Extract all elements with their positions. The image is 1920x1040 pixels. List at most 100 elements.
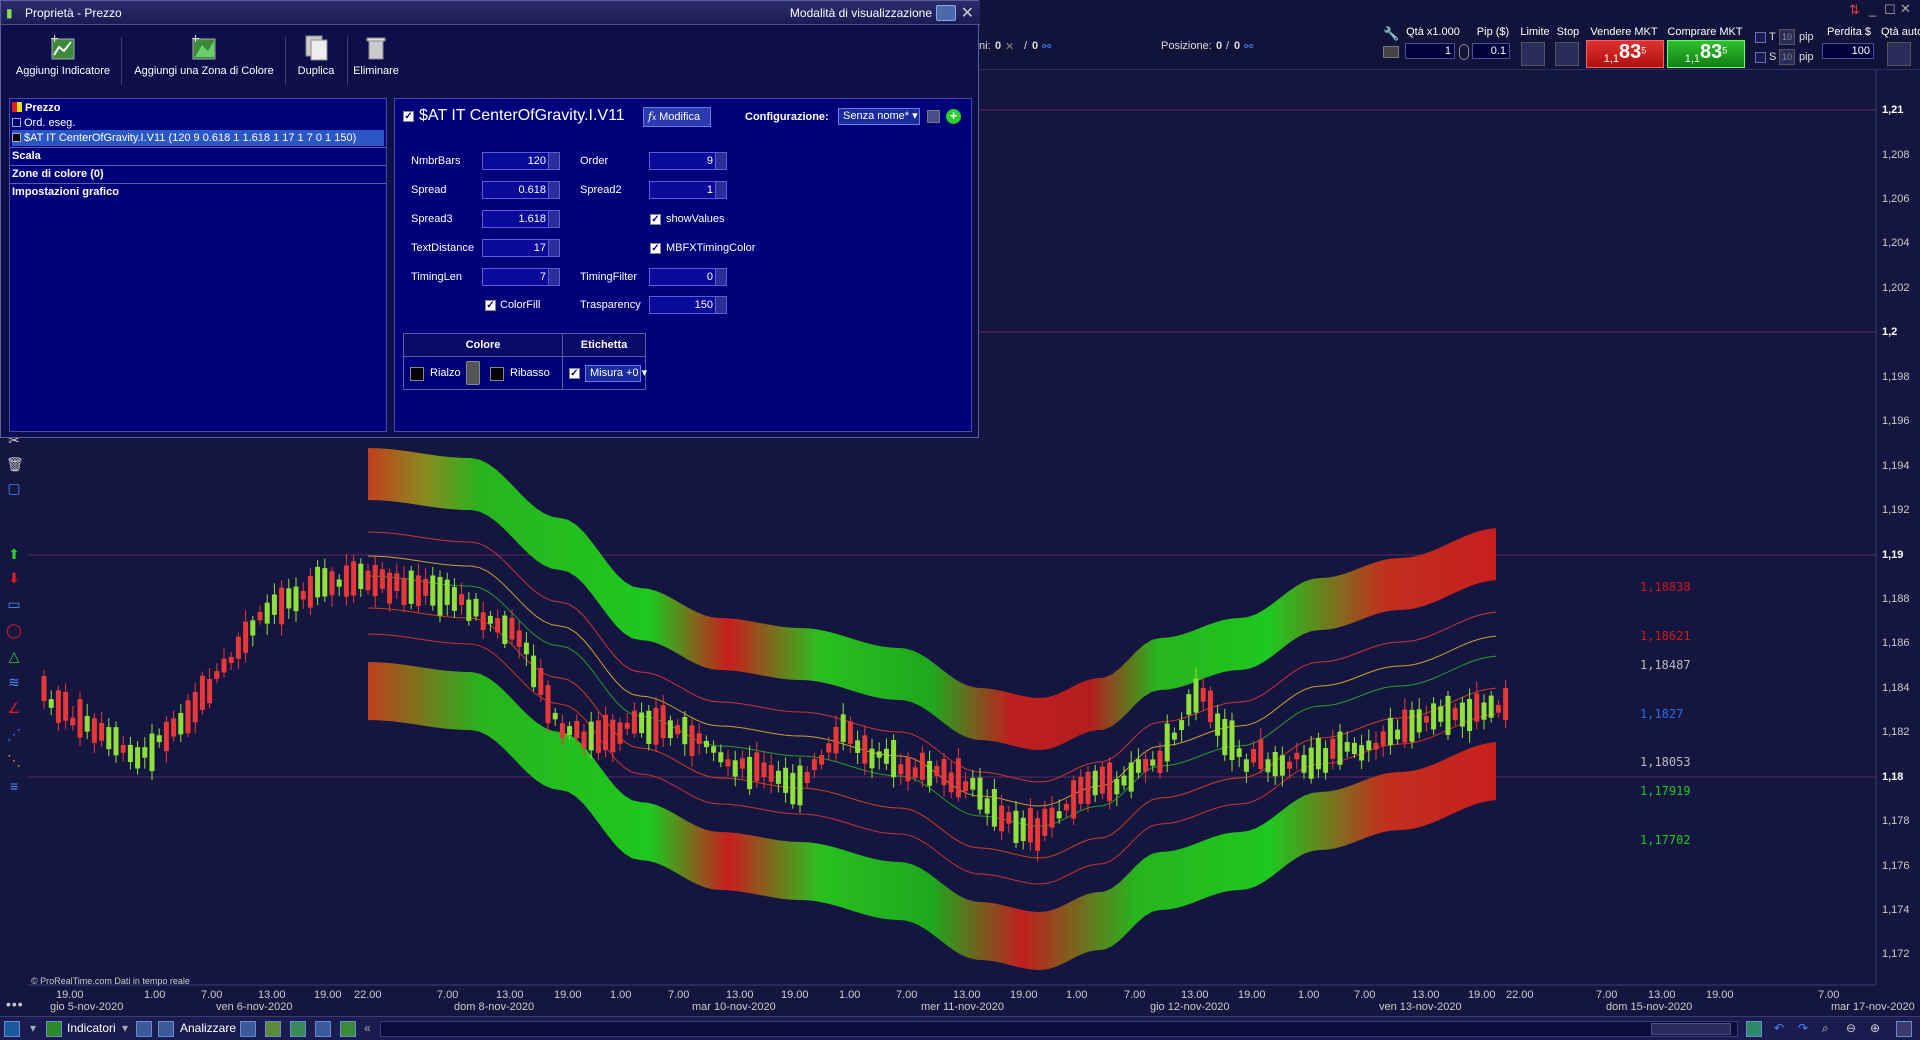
spread3-input[interactable]: 1.618 [482, 210, 560, 228]
share-icon[interactable] [136, 1021, 152, 1037]
fib-ext-icon[interactable]: ≡ [6, 778, 22, 794]
sync-icon[interactable]: ⇅ [1849, 2, 1860, 18]
t-checkbox[interactable] [1755, 32, 1766, 43]
candle-body [408, 570, 414, 604]
time-tick: 13.00 [726, 989, 754, 1001]
textdistance-input[interactable]: 17 [482, 239, 560, 257]
candle-body [1402, 709, 1408, 743]
s-checkbox[interactable] [1755, 52, 1766, 63]
close-window-icon[interactable]: ✕ [1900, 1, 1911, 17]
zoom-box-icon[interactable]: ⌕ [1822, 1021, 1829, 1036]
redo-icon[interactable]: ↷ [1798, 1021, 1808, 1035]
tree-item-price[interactable]: Prezzo [12, 100, 60, 116]
tree-item-indicator[interactable]: $AT IT CenterOfGravity.I.V11 (120 9 0.61… [12, 130, 384, 146]
indicators-icon[interactable] [46, 1021, 62, 1037]
scrollbar-thumb[interactable] [1651, 1023, 1731, 1035]
screen-icon[interactable] [240, 1021, 256, 1037]
mbfx-checkbox[interactable]: ✓ [650, 243, 661, 254]
view-mode-icon[interactable] [936, 5, 956, 21]
auto-qty-label: Qtà auto [1881, 26, 1920, 38]
colorfill-checkbox[interactable]: ✓ [485, 300, 496, 311]
fall-color-swatch[interactable] [490, 367, 504, 381]
print-icon[interactable] [315, 1021, 331, 1037]
spread-input[interactable]: 0.618 [482, 181, 560, 199]
pip-input[interactable]: 0.1 [1472, 43, 1510, 59]
zoom-in-icon[interactable]: ⊕ [1870, 1021, 1880, 1035]
chart-type-icon[interactable] [4, 1021, 20, 1037]
timingfilter-input[interactable]: 0 [649, 268, 727, 286]
export-icon[interactable] [340, 1021, 356, 1037]
analyzer-icon[interactable] [158, 1021, 174, 1037]
table-icon[interactable] [290, 1021, 306, 1037]
add-config-icon[interactable]: + [946, 109, 961, 124]
time-tick: 13.00 [1181, 989, 1209, 1001]
ellipse-icon[interactable]: ◯ [6, 622, 22, 638]
zoom-out-icon[interactable]: ⊖ [1846, 1021, 1856, 1035]
delete-button[interactable]: Eliminare [351, 33, 401, 93]
arrow-up-icon[interactable]: ⬆ [6, 546, 22, 562]
measure-dropdown[interactable]: Misura +0 ▾ [585, 365, 647, 382]
fib-time-icon[interactable]: ⋱ [6, 752, 22, 768]
limit-order-icon[interactable] [1521, 42, 1545, 66]
auto-qty-icon[interactable] [1887, 42, 1911, 66]
lock-icon[interactable] [1459, 44, 1469, 60]
add-color-zone-button[interactable]: + Aggiungi una Zona di Colore [131, 33, 277, 93]
order-input[interactable]: 9 [649, 152, 727, 170]
dropdown-arrow-icon[interactable]: ▾ [30, 1021, 36, 1035]
minimize-icon[interactable]: _ [1869, 2, 1876, 17]
rise-color-swatch[interactable] [410, 367, 424, 381]
transparency-input[interactable]: 150 [649, 296, 727, 314]
close-icon[interactable]: ✕ [961, 3, 974, 23]
wrench-icon[interactable]: 🔧 [1383, 26, 1399, 42]
fibonacci-icon[interactable]: ≋ [6, 674, 22, 690]
hand-icon[interactable] [1383, 46, 1399, 58]
triangle-icon[interactable]: △ [6, 648, 22, 664]
save-config-icon[interactable] [927, 110, 940, 123]
spread2-input[interactable]: 1 [649, 181, 727, 199]
t-input[interactable]: 10 [1779, 29, 1795, 45]
indicators-dropdown-icon[interactable]: ▾ [122, 1021, 128, 1035]
duplicate-button[interactable]: Duplica [291, 33, 341, 93]
tree-item-orders[interactable]: Ord. eseg. [12, 115, 75, 131]
sell-mkt-button[interactable]: 1,1835 [1586, 40, 1664, 68]
s-input[interactable]: 10 [1779, 49, 1795, 65]
loss-input[interactable]: 100 [1822, 43, 1874, 59]
label-checkbox[interactable]: ✓ [569, 368, 580, 379]
tree-item-chart-settings[interactable]: Impostazioni grafico [12, 184, 119, 200]
undo-icon[interactable]: ↶ [1774, 1021, 1784, 1035]
buy-mkt-button[interactable]: 1,1835 [1667, 40, 1745, 68]
analyzer-button[interactable]: Analizzare [180, 1021, 236, 1035]
nmbrbars-input[interactable]: 120 [482, 152, 560, 170]
stop-order-icon[interactable] [1555, 42, 1579, 66]
horizontal-scrollbar[interactable] [380, 1021, 1738, 1037]
select-rect-icon[interactable]: ▢ [6, 480, 22, 496]
trash-icon[interactable]: 🗑 [6, 456, 24, 472]
qty-input[interactable]: 1 [1405, 43, 1455, 59]
config-dropdown[interactable]: Senza nome* ▾ [838, 108, 920, 125]
price-tick: 1,188 [1882, 593, 1910, 605]
position-link-icon[interactable]: ⚯ [1244, 40, 1253, 53]
angle-icon[interactable]: ∠ [6, 700, 22, 716]
maximize-icon[interactable]: ☐ [1884, 2, 1896, 18]
properties-titlebar[interactable]: ▮ Proprietà - Prezzo Modalità di visuali… [1, 1, 980, 25]
color-link-icon[interactable] [466, 361, 480, 385]
arrow-down-icon[interactable]: ⬇ [6, 570, 22, 586]
modify-button[interactable]: fx Modifica [643, 107, 711, 127]
scroll-left-icon[interactable]: « [364, 1021, 371, 1035]
tree-item-scale[interactable]: Scala [12, 148, 41, 164]
tree-item-color-zones[interactable]: Zone di colore (0) [12, 166, 104, 182]
showvalues-checkbox[interactable]: ✓ [650, 214, 661, 225]
rectangle-icon[interactable]: ▭ [6, 596, 22, 612]
fib-fan-icon[interactable]: ⋰ [6, 726, 22, 742]
add-indicator-button[interactable]: + Aggiungi Indicatore [13, 33, 113, 93]
candle-body [77, 699, 83, 738]
timinglen-input[interactable]: 7 [482, 268, 560, 286]
add-indicator-icon: + [50, 33, 75, 60]
calendar-icon[interactable] [1746, 1021, 1762, 1037]
settings-icon[interactable] [1896, 1021, 1912, 1037]
link-icon[interactable]: ⚯ [1042, 40, 1051, 53]
grid-icon[interactable] [265, 1021, 281, 1037]
more-icon[interactable]: ••• [6, 996, 24, 1012]
indicators-button[interactable]: Indicatori [67, 1021, 116, 1035]
indicator-enabled-checkbox[interactable]: ✓ [403, 111, 414, 122]
